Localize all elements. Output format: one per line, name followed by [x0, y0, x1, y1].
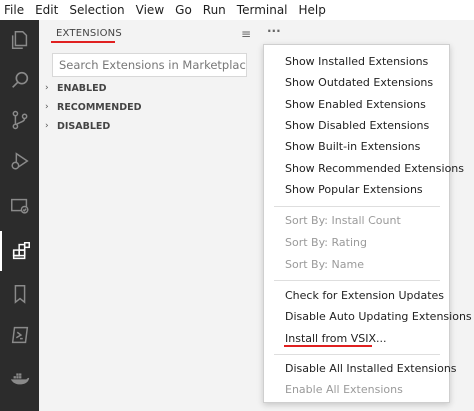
menu-item-show-installed[interactable]: Show Installed Extensions: [264, 51, 449, 72]
menu-item-sort-install-count: Sort By: Install Count: [285, 214, 401, 227]
filter-icon[interactable]: ≡: [241, 27, 251, 41]
menu-item-disable-auto-update[interactable]: Disable Auto Updating Extensions: [264, 306, 472, 327]
menu-item-show-builtin[interactable]: Show Built-in Extensions: [264, 136, 449, 157]
chevron-right-icon: ›: [45, 83, 49, 93]
section-enabled[interactable]: › ENABLED: [45, 80, 106, 96]
menu-edit[interactable]: Edit: [35, 0, 58, 20]
menu-item-check-updates[interactable]: Check for Extension Updates: [264, 285, 449, 306]
section-label: ENABLED: [57, 82, 107, 94]
menu-item-show-disabled[interactable]: Show Disabled Extensions: [264, 115, 449, 136]
menu-selection[interactable]: Selection: [69, 0, 124, 20]
menu-item-enable-all: Enable All Extensions: [285, 383, 403, 396]
menu-separator: [274, 354, 440, 355]
sidebar-title: EXTENSIONS: [56, 28, 122, 39]
section-recommended[interactable]: › RECOMMENDED: [45, 99, 141, 115]
menu-item-disable-all[interactable]: Disable All Installed Extensions: [264, 358, 457, 379]
extensions-icon[interactable]: [0, 231, 39, 271]
more-actions-button[interactable]: ···: [267, 24, 281, 38]
chevron-right-icon: ›: [45, 102, 49, 112]
search-input[interactable]: Search Extensions in Marketplace: [52, 53, 247, 77]
menu-bar: File Edit Selection View Go Run Terminal…: [0, 0, 474, 20]
menu-item-show-popular[interactable]: Show Popular Extensions: [264, 179, 449, 200]
remote-explorer-icon[interactable]: [0, 186, 39, 226]
explorer-icon[interactable]: [0, 20, 39, 60]
source-control-icon[interactable]: [0, 100, 39, 140]
menu-item-sort-rating: Sort By: Rating: [285, 236, 367, 249]
menu-view[interactable]: View: [136, 0, 164, 20]
menu-separator: [274, 206, 440, 207]
search-icon[interactable]: [0, 60, 39, 100]
annotation-underline-title: [51, 41, 115, 43]
activity-bar: [0, 20, 39, 411]
menu-item-show-outdated[interactable]: Show Outdated Extensions: [264, 72, 449, 93]
docker-icon[interactable]: [0, 358, 39, 398]
menu-run[interactable]: Run: [203, 0, 226, 20]
powershell-icon[interactable]: [0, 315, 39, 355]
section-label: DISABLED: [57, 120, 111, 132]
menu-item-sort-name: Sort By: Name: [285, 258, 364, 271]
menu-separator: [274, 280, 440, 281]
annotation-underline-vsix: [284, 345, 372, 347]
section-disabled[interactable]: › DISABLED: [45, 118, 110, 134]
menu-item-show-recommended[interactable]: Show Recommended Extensions: [264, 158, 464, 179]
menu-terminal[interactable]: Terminal: [237, 0, 288, 20]
extensions-more-actions-menu: Show Installed Extensions Show Outdated …: [263, 44, 472, 403]
menu-help[interactable]: Help: [299, 0, 326, 20]
menu-file[interactable]: File: [4, 0, 24, 20]
menu-item-show-enabled[interactable]: Show Enabled Extensions: [264, 94, 449, 115]
section-label: RECOMMENDED: [57, 101, 142, 113]
chevron-right-icon: ›: [45, 121, 49, 131]
menu-go[interactable]: Go: [175, 0, 192, 20]
bookmark-icon[interactable]: [0, 274, 39, 314]
run-debug-icon[interactable]: [0, 141, 39, 181]
